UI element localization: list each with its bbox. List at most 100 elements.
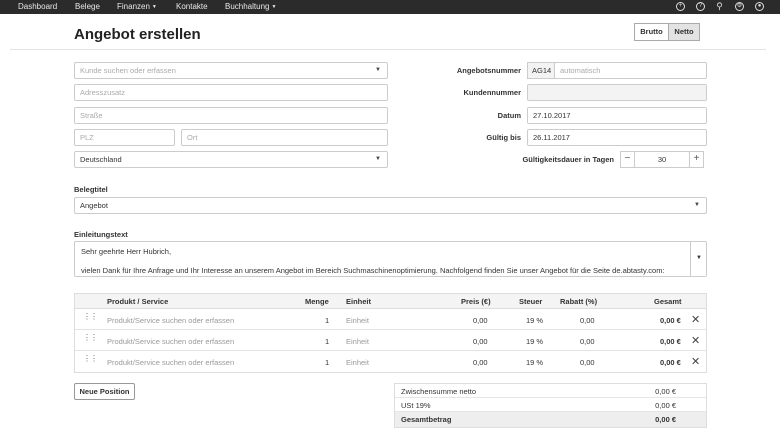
qty-input[interactable]: 1	[325, 316, 329, 325]
close-icon[interactable]: ✕	[691, 313, 700, 326]
row-total: 0,00 €	[660, 316, 681, 325]
valid-until-label: Gültig bis	[486, 133, 521, 142]
tax-row: USt 19% 0,00 €	[395, 398, 706, 412]
header-divider	[10, 49, 766, 50]
customer-search-placeholder: Kunde suchen oder erfassen	[80, 66, 176, 75]
nav-belege[interactable]: Belege	[75, 2, 100, 12]
valid-until-field[interactable]: 26.11.2017	[527, 129, 707, 146]
nav-buchhaltung[interactable]: Buchhaltung ▼	[225, 2, 276, 12]
table-row: ⋮⋮ Produkt/Service suchen oder erfassen …	[75, 310, 706, 330]
tax-select[interactable]: 19 %	[526, 316, 543, 325]
doc-title-label: Belegtitel	[74, 185, 108, 194]
validity-duration-label: Gültigkeitsdauer in Tagen	[522, 155, 614, 164]
date-field[interactable]: 27.10.2017	[527, 107, 707, 124]
price-input[interactable]: 0,00	[473, 358, 488, 367]
intro-text-label: Einleitungstext	[74, 230, 128, 239]
customer-number-field	[527, 84, 707, 101]
chevron-down-icon: ▼	[696, 255, 702, 261]
offer-number-label: Angebotsnummer	[456, 66, 521, 75]
column-header-discount: Rabatt (%)	[560, 297, 598, 306]
nav-kontakte[interactable]: Kontakte	[176, 2, 208, 12]
country-value: Deutschland	[80, 155, 122, 164]
top-navigation: Dashboard Belege Finanzen ▼ Kontakte Buch…	[0, 0, 780, 14]
chevron-down-icon: ▼	[375, 67, 381, 73]
price-input[interactable]: 0,00	[473, 316, 488, 325]
doc-title-select[interactable]: Angebot ▼	[74, 197, 707, 214]
chevron-down-icon: ▼	[694, 202, 700, 208]
nav-dashboard-label: Dashboard	[18, 2, 58, 11]
row-total: 0,00 €	[660, 358, 681, 367]
grand-total-row: Gesamtbetrag 0,00 €	[395, 412, 706, 427]
tax-select[interactable]: 19 %	[526, 337, 543, 346]
unit-input[interactable]: Einheit	[346, 358, 369, 367]
intro-text-area[interactable]: Sehr geehrte Herr Hubrich, vielen Dank f…	[74, 241, 707, 277]
country-select[interactable]: Deutschland ▼	[74, 151, 388, 168]
new-position-button[interactable]: Neue Position	[74, 383, 135, 400]
decrement-button[interactable]: −	[620, 151, 635, 168]
nav-belege-label: Belege	[75, 2, 100, 11]
close-icon[interactable]: ✕	[691, 334, 700, 347]
validity-duration-field[interactable]: 30	[634, 151, 690, 168]
chevron-down-icon: ▼	[151, 4, 157, 10]
column-header-product: Produkt / Service	[107, 297, 169, 306]
column-header-qty: Menge	[305, 297, 329, 306]
page-title: Angebot erstellen	[74, 26, 201, 43]
brutto-toggle-button[interactable]: Brutto	[634, 23, 669, 41]
intro-text-line-2: vielen Dank für Ihre Anfrage und Ihr Int…	[81, 266, 665, 275]
add-icon[interactable]: +	[676, 2, 685, 11]
intro-text-dropdown[interactable]: ▼	[690, 242, 706, 276]
increment-button[interactable]: +	[689, 151, 704, 168]
qty-input[interactable]: 1	[325, 358, 329, 367]
address-extra-field[interactable]: Adresszusatz	[74, 84, 388, 101]
column-header-unit: Einheit	[346, 297, 372, 306]
tax-value: 0,00 €	[655, 401, 676, 410]
column-header-price: Preis (€)	[461, 297, 491, 306]
discount-input[interactable]: 0,00	[580, 337, 595, 346]
city-field[interactable]: Ort	[181, 129, 388, 146]
drag-handle-icon[interactable]: ⋮⋮	[83, 313, 98, 324]
drag-handle-icon[interactable]: ⋮⋮	[83, 334, 98, 345]
nav-finanzen[interactable]: Finanzen ▼	[117, 2, 157, 12]
price-input[interactable]: 0,00	[473, 337, 488, 346]
search-icon[interactable]: ⚲	[715, 2, 724, 11]
subtotal-value: 0,00 €	[655, 387, 676, 396]
totals-summary: Zwischensumme netto 0,00 € USt 19% 0,00 …	[394, 383, 707, 428]
product-input[interactable]: Produkt/Service suchen oder erfassen	[107, 337, 234, 346]
nav-buchhaltung-label: Buchhaltung	[225, 2, 270, 11]
grand-total-value: 0,00 €	[655, 415, 676, 424]
table-header: Produkt / Service Menge Einheit Preis (€…	[75, 294, 706, 309]
table-row: ⋮⋮ Produkt/Service suchen oder erfassen …	[75, 331, 706, 351]
user-icon[interactable]: ●	[755, 2, 764, 11]
offer-number-field[interactable]: automatisch	[554, 62, 707, 79]
tax-select[interactable]: 19 %	[526, 358, 543, 367]
street-field[interactable]: Straße	[74, 107, 388, 124]
product-input[interactable]: Produkt/Service suchen oder erfassen	[107, 358, 234, 367]
drag-handle-icon[interactable]: ⋮⋮	[83, 355, 98, 366]
intro-text-line-1: Sehr geehrte Herr Hubrich,	[81, 247, 172, 256]
chevron-down-icon: ▼	[375, 156, 381, 162]
chevron-down-icon: ▼	[271, 4, 277, 10]
close-icon[interactable]: ✕	[691, 355, 700, 368]
zip-field[interactable]: PLZ	[74, 129, 175, 146]
settings-icon[interactable]: ⚙	[735, 2, 744, 11]
help-icon[interactable]: ?	[696, 2, 705, 11]
table-row: ⋮⋮ Produkt/Service suchen oder erfassen …	[75, 352, 706, 372]
positions-table: Produkt / Service Menge Einheit Preis (€…	[74, 293, 707, 373]
row-total: 0,00 €	[660, 337, 681, 346]
nav-kontakte-label: Kontakte	[176, 2, 208, 11]
discount-input[interactable]: 0,00	[580, 316, 595, 325]
unit-input[interactable]: Einheit	[346, 316, 369, 325]
nav-finanzen-label: Finanzen	[117, 2, 150, 11]
customer-search-select[interactable]: Kunde suchen oder erfassen ▼	[74, 62, 388, 79]
date-label: Datum	[497, 111, 521, 120]
subtotal-label: Zwischensumme netto	[401, 387, 477, 396]
column-header-tax: Steuer	[519, 297, 543, 306]
netto-toggle-button[interactable]: Netto	[668, 23, 700, 41]
discount-input[interactable]: 0,00	[580, 358, 595, 367]
nav-dashboard[interactable]: Dashboard	[18, 2, 57, 12]
doc-title-value: Angebot	[80, 201, 108, 210]
unit-input[interactable]: Einheit	[346, 337, 369, 346]
grand-total-label: Gesamtbetrag	[401, 415, 452, 424]
product-input[interactable]: Produkt/Service suchen oder erfassen	[107, 316, 234, 325]
qty-input[interactable]: 1	[325, 337, 329, 346]
